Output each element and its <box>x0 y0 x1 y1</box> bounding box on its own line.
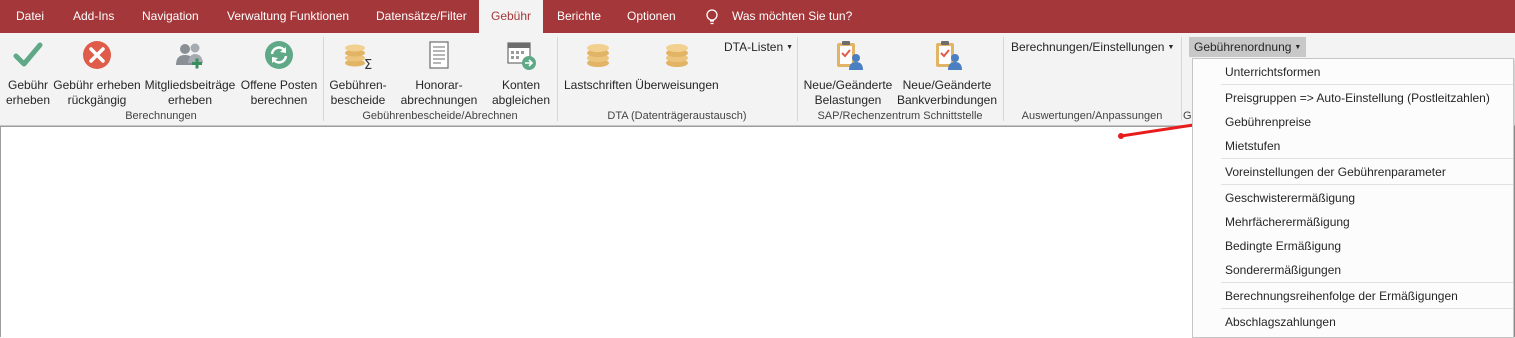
button-label: Lastschriften <box>563 78 633 92</box>
menu-item-bedingte-ermaessigung[interactable]: Bedingte Ermäßigung <box>1225 238 1341 254</box>
button-label: Mitgliedsbeiträge <box>144 78 236 92</box>
menu-item-sonderermaessigungen[interactable]: Sonderermäßigungen <box>1225 262 1341 278</box>
menu-item-mehrfaecherermaessigung[interactable]: Mehrfächerermäßigung <box>1225 214 1350 230</box>
button-label: Neue/Geänderte <box>803 78 893 92</box>
honorarabrechnungen-button[interactable]: Honorar-abrechnungen <box>396 37 482 109</box>
button-label: bescheide <box>330 93 386 107</box>
check-icon <box>13 42 43 67</box>
clipboard-user-icon <box>936 41 962 70</box>
menu-item-gebuehrenpreise[interactable]: Gebührenpreise <box>1225 114 1311 130</box>
menu-item-abschlagszahlungen[interactable]: Abschlagszahlungen <box>1225 314 1336 330</box>
button-label: Bankverbindungen <box>896 93 998 107</box>
dropdown-label: Gebührenordnung <box>1194 40 1292 54</box>
neue-geaenderte-bankverbindungen-button[interactable]: Neue/Geänderte Bankverbindungen <box>895 37 999 109</box>
menu-item-preisgruppen[interactable]: Preisgruppen => Auto-Einstellung (Postle… <box>1225 90 1490 106</box>
menu-item-berechnungsreihenfolge[interactable]: Berechnungsreihenfolge der Ermäßigungen <box>1225 288 1458 304</box>
konten-abgleichen-button[interactable]: Konten abgleichen <box>489 37 553 109</box>
button-label: abgleichen <box>491 93 551 107</box>
ribbon-tab-bar: Datei Add-Ins Navigation Verwaltung Funk… <box>0 0 1515 33</box>
button-label: Konten <box>501 78 541 92</box>
menu-separator <box>1221 184 1513 185</box>
menu-separator <box>1221 282 1513 283</box>
coins-sum-icon: Σ <box>345 44 372 71</box>
lightbulb-icon <box>706 9 718 25</box>
neue-geaenderte-belastungen-button[interactable]: Neue/Geänderte Belastungen <box>802 37 894 109</box>
gebuehrenordnung-menu: Unterrichtsformen Preisgruppen => Auto-E… <box>1192 58 1514 338</box>
menu-item-mietstufen[interactable]: Mietstufen <box>1225 138 1280 154</box>
button-label: Neue/Geänderte <box>902 78 992 92</box>
chevron-down-icon: ▼ <box>1294 44 1302 51</box>
group-label-gebuehrenbescheide: Gebührenbescheide/Abrechnen <box>362 110 518 122</box>
button-label: Honorar- <box>415 78 463 92</box>
clipboard-user-icon <box>837 41 863 70</box>
offene-posten-berechnen-button[interactable]: Offene Posten berechnen <box>238 37 320 109</box>
button-label: erheben <box>5 93 51 107</box>
menu-separator <box>1221 308 1513 309</box>
group-label-berechnungen: Berechnungen <box>125 110 197 122</box>
berechnungen-einstellungen-dropdown[interactable]: Berechnungen/Einstellungen ▼ <box>1011 37 1174 57</box>
menu-item-geschwisterermaessigung[interactable]: Geschwisterermäßigung <box>1225 190 1355 206</box>
button-label: erheben <box>167 93 213 107</box>
coins-icon <box>666 44 688 67</box>
menu-separator <box>1221 84 1513 85</box>
group-divider <box>1181 37 1182 121</box>
menu-item-voreinstellungen[interactable]: Voreinstellungen der Gebührenparameter <box>1225 164 1446 180</box>
tab-navigation[interactable]: Navigation <box>142 0 199 33</box>
members-icon <box>176 43 203 69</box>
document-icon <box>429 41 449 69</box>
lastschriften-button[interactable]: Lastschriften <box>563 37 633 109</box>
button-label: berechnen <box>250 93 308 107</box>
chevron-down-icon: ▼ <box>1167 44 1175 51</box>
ueberweisungen-button[interactable]: Überweisungen <box>635 37 719 109</box>
group-label-dta: DTA (Datenträgeraustausch) <box>607 110 747 122</box>
tab-gebuehr[interactable]: Gebühr <box>479 0 543 33</box>
calendar-sync-icon <box>507 42 536 70</box>
button-label: Gebühr <box>7 78 49 92</box>
button-label: abrechnungen <box>400 93 478 107</box>
tab-datensaetze-filter[interactable]: Datensätze/Filter <box>376 0 467 33</box>
gebuehr-erheben-button[interactable]: Gebühr erheben <box>0 37 56 109</box>
group-label-sap-schnittstelle: SAP/Rechenzentrum Schnittstelle <box>817 110 983 122</box>
button-label: Offene Posten <box>240 78 318 92</box>
svg-text:Σ: Σ <box>364 58 372 71</box>
tell-me-label: Was möchten Sie tun? <box>732 9 853 23</box>
gebuehr-erheben-rueckgaengig-button[interactable]: Gebühr erheben rückgängig <box>53 37 141 109</box>
dropdown-label: DTA-Listen <box>724 40 784 54</box>
button-label: rückgängig <box>67 93 127 107</box>
tab-optionen[interactable]: Optionen <box>627 0 676 33</box>
dta-listen-dropdown[interactable]: DTA-Listen ▼ <box>724 37 793 57</box>
cancel-circle-icon <box>83 41 111 69</box>
dropdown-label: Berechnungen/Einstellungen <box>1011 40 1165 54</box>
menu-item-unterrichtsformen[interactable]: Unterrichtsformen <box>1225 64 1320 80</box>
button-label: Gebühren- <box>329 78 387 92</box>
button-label: Überweisungen <box>635 78 719 92</box>
chevron-down-icon: ▼ <box>786 44 794 51</box>
tab-add-ins[interactable]: Add-Ins <box>73 0 114 33</box>
tab-datei[interactable]: Datei <box>16 0 44 33</box>
gebuehrenbescheide-button[interactable]: Σ Gebühren-bescheide <box>327 37 389 109</box>
mitgliedsbeitraege-erheben-button[interactable]: Mitgliedsbeiträge erheben <box>143 37 237 109</box>
menu-separator <box>1221 158 1513 159</box>
button-label: Gebühr erheben <box>53 78 141 92</box>
coins-icon <box>587 44 609 67</box>
refresh-icon <box>265 41 293 69</box>
gebuehrenordnung-dropdown[interactable]: Gebührenordnung ▼ <box>1189 37 1307 57</box>
button-label: Belastungen <box>814 93 882 107</box>
tab-berichte[interactable]: Berichte <box>557 0 601 33</box>
tab-verwaltung-funktionen[interactable]: Verwaltung Funktionen <box>227 0 349 33</box>
